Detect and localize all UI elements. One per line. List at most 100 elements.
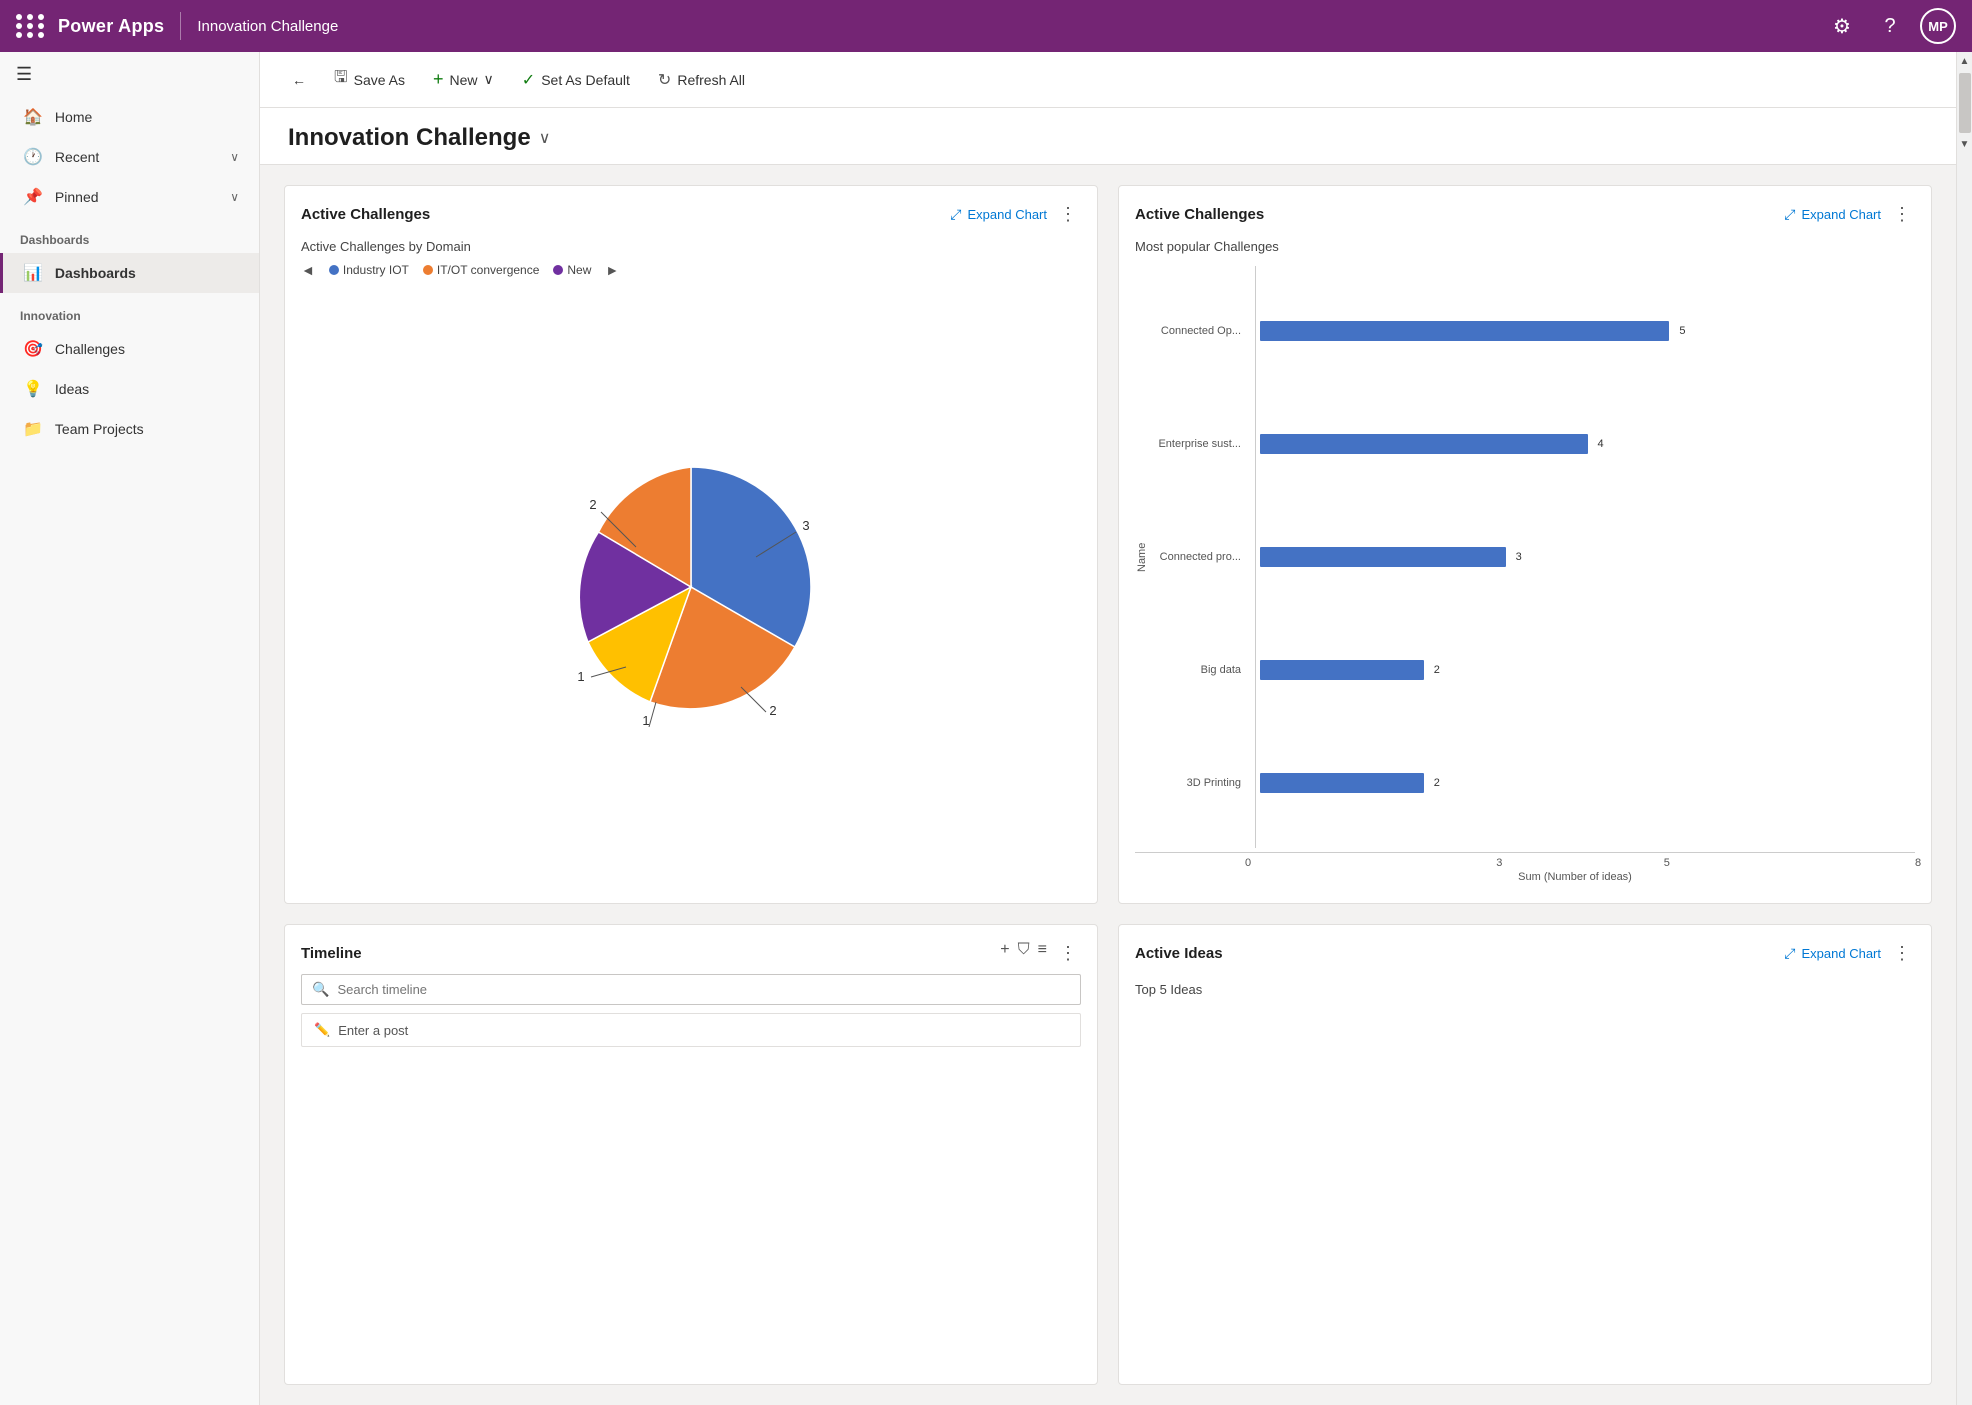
set-as-default-button[interactable]: ✓ Set As Default — [510, 64, 642, 96]
challenges-icon: 🎯 — [23, 339, 43, 359]
legend-item-new: New — [553, 263, 591, 277]
bar-connected-pro — [1260, 547, 1506, 567]
timeline-title: Timeline — [301, 945, 1000, 962]
bar-bigdata — [1260, 660, 1424, 680]
save-as-label: Save As — [354, 72, 405, 88]
scroll-thumb[interactable] — [1959, 73, 1971, 133]
svg-text:1: 1 — [642, 713, 649, 727]
page-title-chevron-icon[interactable]: ∨ — [539, 128, 551, 148]
sidebar: ☰ 🏠 Home 🕐 Recent ∨ 📌 Pinned ∨ Dashboard… — [0, 52, 260, 1405]
bar-row-2: 4 — [1260, 434, 1915, 454]
help-icon[interactable]: ? — [1872, 8, 1908, 44]
svg-text:2: 2 — [769, 703, 776, 718]
search-icon: 🔍 — [312, 981, 329, 998]
sidebar-item-team-projects[interactable]: 📁 Team Projects — [0, 409, 259, 449]
legend-prev-icon[interactable]: ◄ — [301, 262, 315, 278]
bar-3dprinting — [1260, 773, 1424, 793]
bar-row-4: 2 — [1260, 660, 1915, 680]
svg-text:3: 3 — [802, 518, 809, 533]
active-ideas-expand-button[interactable]: ⤢ Expand Chart — [1784, 945, 1881, 962]
bar-row-3: 3 — [1260, 547, 1915, 567]
pie-legend: ◄ Industry IOT IT/OT convergence New ► — [301, 262, 1081, 278]
content-area: ← 🖫 Save As + New ∨ ✓ Set As Default ↻ R… — [260, 52, 1956, 1405]
recent-chevron-icon: ∨ — [230, 150, 239, 164]
sidebar-challenges-label: Challenges — [55, 341, 239, 357]
new-button[interactable]: + New ∨ — [421, 63, 506, 96]
timeline-post-area[interactable]: ✏️ Enter a post — [301, 1013, 1081, 1047]
timeline-more-button[interactable]: ⋮ — [1055, 941, 1081, 966]
sidebar-item-pinned[interactable]: 📌 Pinned ∨ — [0, 177, 259, 217]
avatar[interactable]: MP — [1920, 8, 1956, 44]
bar-value-connected-pro: 3 — [1512, 551, 1522, 563]
x-tick-5: 5 — [1502, 857, 1670, 869]
active-ideas-title: Active Ideas — [1135, 945, 1784, 962]
timeline-actions: + ⛉ ≡ ⋮ — [1000, 941, 1081, 966]
legend-next-icon[interactable]: ► — [605, 262, 619, 278]
card2-subtitle: Most popular Challenges — [1135, 239, 1915, 254]
bar-label-bigdata: Big data — [1201, 664, 1241, 676]
save-as-icon: 🖫 — [334, 66, 348, 93]
sidebar-item-dashboards[interactable]: 📊 Dashboards — [0, 253, 259, 293]
menu-button[interactable]: ☰ — [0, 52, 259, 97]
sidebar-item-challenges[interactable]: 🎯 Challenges — [0, 329, 259, 369]
home-icon: 🏠 — [23, 107, 43, 127]
sidebar-home-label: Home — [55, 109, 239, 125]
card2-expand-button[interactable]: ⤢ Expand Chart — [1784, 206, 1881, 223]
timeline-add-button[interactable]: + — [1000, 941, 1009, 966]
legend-dot-industry-iot — [329, 265, 339, 275]
sidebar-item-recent[interactable]: 🕐 Recent ∨ — [0, 137, 259, 177]
nav-divider — [180, 12, 181, 40]
back-button[interactable]: ← — [280, 66, 318, 94]
svg-text:2: 2 — [589, 497, 596, 512]
bar-chart-y-labels: Connected Op... Enterprise sust... Conne… — [1157, 266, 1247, 848]
timeline-card: Timeline + ⛉ ≡ ⋮ 🔍 ✏️ Enter a post — [284, 924, 1098, 1385]
pie-chart-container: 2 3 1 1 — [301, 286, 1081, 887]
card1-more-button[interactable]: ⋮ — [1055, 202, 1081, 227]
refresh-all-button[interactable]: ↻ Refresh All — [646, 64, 757, 96]
bar-chart-container: Name Connected Op... Enterprise sust... … — [1135, 262, 1915, 887]
dashboard-grid: Active Challenges ⤢ Expand Chart ⋮ Activ… — [260, 165, 1956, 1405]
active-ideas-header: Active Ideas ⤢ Expand Chart ⋮ — [1135, 941, 1915, 966]
bar-label-3dprinting: 3D Printing — [1187, 777, 1241, 789]
x-axis-label: Sum (Number of ideas) — [1135, 871, 1915, 883]
settings-icon[interactable]: ⚙ — [1824, 8, 1860, 44]
sidebar-pinned-label: Pinned — [55, 189, 218, 205]
legend-dot-new — [553, 265, 563, 275]
dashboards-section-heading: Dashboards — [0, 217, 259, 253]
sidebar-dashboards-label: Dashboards — [55, 265, 239, 281]
team-projects-icon: 📁 — [23, 419, 43, 439]
timeline-search-input[interactable] — [337, 982, 1070, 997]
bar-row-1: 5 — [1260, 321, 1915, 341]
dashboards-icon: 📊 — [23, 263, 43, 283]
sidebar-ideas-label: Ideas — [55, 381, 239, 397]
timeline-filter-icon[interactable]: ⛉ — [1018, 941, 1030, 966]
card2-more-button[interactable]: ⋮ — [1889, 202, 1915, 227]
sidebar-item-ideas[interactable]: 💡 Ideas — [0, 369, 259, 409]
right-scrollbar: ▲ ▼ — [1956, 52, 1972, 1405]
bar-label-connected-pro: Connected pro... — [1160, 551, 1241, 563]
sidebar-item-home[interactable]: 🏠 Home — [0, 97, 259, 137]
brand-name: Power Apps — [58, 16, 164, 37]
bar-chart-bars: 5 4 3 2 — [1255, 266, 1915, 848]
timeline-sort-icon[interactable]: ≡ — [1038, 941, 1047, 966]
app-launcher[interactable] — [16, 14, 46, 38]
scroll-down-button[interactable]: ▼ — [1957, 135, 1972, 154]
recent-icon: 🕐 — [23, 147, 43, 167]
x-axis-ticks: 0 3 5 8 — [1135, 852, 1915, 869]
active-ideas-expand-label: Expand Chart — [1802, 946, 1882, 961]
refresh-all-label: Refresh All — [677, 72, 745, 88]
bar-connected-op — [1260, 321, 1669, 341]
active-ideas-more-button[interactable]: ⋮ — [1889, 941, 1915, 966]
active-ideas-card: Active Ideas ⤢ Expand Chart ⋮ Top 5 Idea… — [1118, 924, 1932, 1385]
scroll-up-button[interactable]: ▲ — [1957, 52, 1972, 71]
legend-dot-itot — [423, 265, 433, 275]
card1-expand-button[interactable]: ⤢ Expand Chart — [950, 206, 1047, 223]
bar-value-3dprinting: 2 — [1430, 777, 1440, 789]
legend-label-new: New — [567, 263, 591, 277]
save-as-button[interactable]: 🖫 Save As — [322, 60, 417, 99]
x-tick-3: 3 — [1251, 857, 1502, 869]
expand3-icon: ⤢ — [1784, 945, 1795, 962]
ideas-icon: 💡 — [23, 379, 43, 399]
bar-row-5: 2 — [1260, 773, 1915, 793]
bar-value-bigdata: 2 — [1430, 664, 1440, 676]
